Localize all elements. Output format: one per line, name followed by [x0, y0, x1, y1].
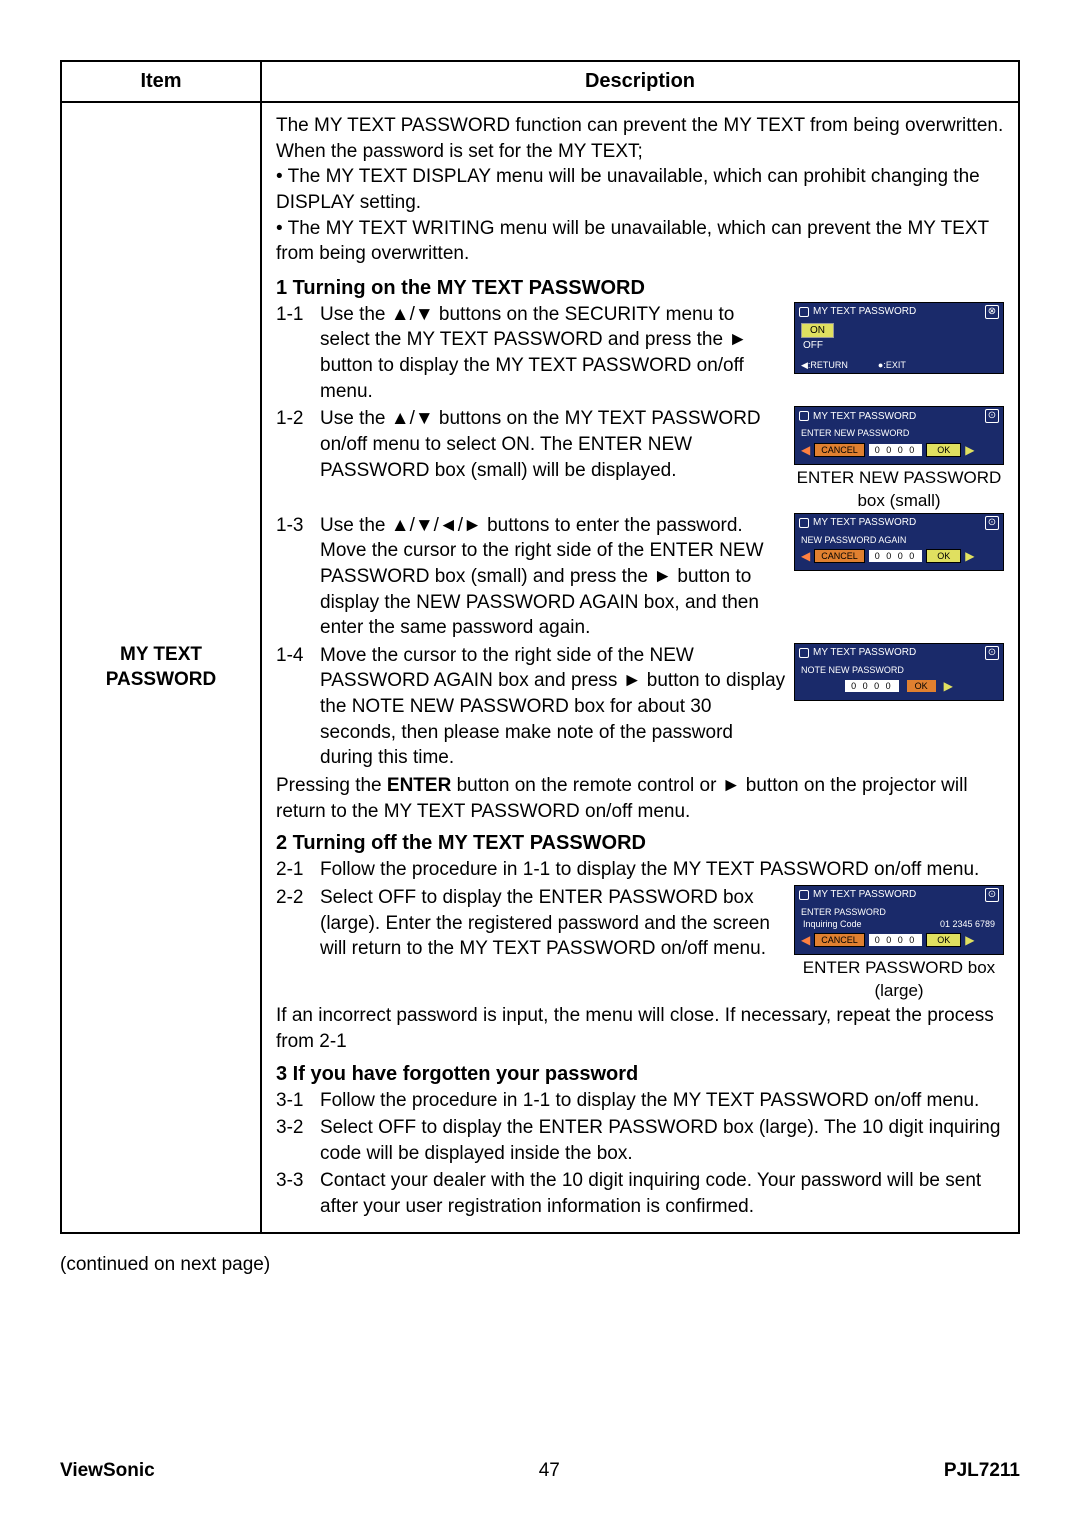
- dialog-title: MY TEXT PASSWORD: [813, 646, 916, 660]
- lock-icon: [799, 890, 809, 900]
- enter-new-label: ENTER NEW PASSWORD: [801, 427, 997, 439]
- dialog-onoff: MY TEXT PASSWORD ⊗ ON OFF ◀:RETURN ●:EXIT: [794, 302, 1004, 374]
- footer-brand: ViewSonic: [60, 1460, 155, 1482]
- step-1-3: 1-3 Use the ▲/▼/◄/► buttons to enter the…: [276, 513, 786, 641]
- footer-page-number: 47: [539, 1460, 560, 1482]
- close-icon: ⊙: [985, 646, 999, 660]
- cancel-button: CANCEL: [814, 443, 865, 457]
- ok-button: OK: [926, 549, 961, 563]
- figure-enter-new: MY TEXT PASSWORD ⊙ ENTER NEW PASSWORD ◀ CA…: [794, 406, 1004, 512]
- password-digits: 0 0 0 0: [869, 550, 923, 562]
- close-icon: ⊙: [985, 516, 999, 530]
- manual-table: Item Description MY TEXT PASSWORD The MY…: [60, 60, 1020, 1234]
- ok-button: OK: [907, 680, 936, 692]
- option-off: OFF: [801, 339, 997, 353]
- item-name-line1: MY TEXT: [120, 644, 202, 665]
- page-footer: ViewSonic 47 PJL7211: [60, 1460, 1020, 1482]
- enter-pw-label: ENTER PASSWORD: [801, 906, 997, 918]
- close-icon: ⊙: [985, 409, 999, 423]
- dialog-title: MY TEXT PASSWORD: [813, 305, 916, 319]
- close-icon: ⊗: [985, 305, 999, 319]
- password-digits: 0 0 0 0: [869, 934, 923, 946]
- enter-bold: ENTER: [387, 775, 451, 796]
- exit-hint: ●:EXIT: [878, 359, 906, 371]
- dialog-title: MY TEXT PASSWORD: [813, 888, 916, 902]
- inquiry-code: 01 2345 6789: [940, 918, 995, 930]
- intro-p1: The MY TEXT PASSWORD function can preven…: [276, 113, 1004, 164]
- lock-icon: [799, 518, 809, 528]
- note-new-label: NOTE NEW PASSWORD: [801, 664, 997, 676]
- page-content: Item Description MY TEXT PASSWORD The MY…: [0, 0, 1080, 1276]
- description-cell: The MY TEXT PASSWORD function can preven…: [261, 102, 1019, 1233]
- cancel-button: CANCEL: [814, 933, 865, 947]
- section3-title: 3 If you have forgotten your password: [276, 1061, 1004, 1088]
- header-description: Description: [261, 61, 1019, 102]
- figure-again: MY TEXT PASSWORD ⊙ NEW PASSWORD AGAIN ◀ CA…: [794, 513, 1004, 573]
- dialog-again: MY TEXT PASSWORD ⊙ NEW PASSWORD AGAIN ◀ CA…: [794, 513, 1004, 571]
- figure-note: MY TEXT PASSWORD ⊙ NOTE NEW PASSWORD 0 0 …: [794, 643, 1004, 703]
- figure-onoff: MY TEXT PASSWORD ⊗ ON OFF ◀:RETURN ●:EXIT: [794, 302, 1004, 376]
- step-1-4: 1-4 Move the cursor to the right side of…: [276, 643, 786, 771]
- step-2-1: 2-1 Follow the procedure in 1-1 to displ…: [276, 857, 1004, 883]
- arrow-right-icon: ▶: [965, 932, 974, 948]
- dialog-enter-new: MY TEXT PASSWORD ⊙ ENTER NEW PASSWORD ◀ CA…: [794, 406, 1004, 464]
- section2-closing: If an incorrect password is input, the m…: [276, 1003, 1004, 1054]
- return-hint: ◀:RETURN: [801, 359, 848, 371]
- step-1-2: 1-2 Use the ▲/▼ buttons on the MY TEXT P…: [276, 406, 786, 483]
- option-on: ON: [801, 323, 834, 339]
- dialog-title: MY TEXT PASSWORD: [813, 516, 916, 530]
- arrow-right-icon: ▶: [965, 442, 974, 458]
- step-3-1: 3-1 Follow the procedure in 1-1 to displ…: [276, 1088, 1004, 1114]
- dialog-note: MY TEXT PASSWORD ⊙ NOTE NEW PASSWORD 0 0 …: [794, 643, 1004, 701]
- ok-button: OK: [926, 933, 961, 947]
- section1-closing: Pressing the ENTER button on the remote …: [276, 773, 1004, 824]
- password-digits: 0 0 0 0: [869, 444, 923, 456]
- step-3-3: 3-3 Contact your dealer with the 10 digi…: [276, 1168, 1004, 1219]
- arrow-right-icon: ▶: [965, 548, 974, 564]
- lock-icon: [799, 648, 809, 658]
- continued-note: (continued on next page): [60, 1254, 1020, 1276]
- intro-b1: • The MY TEXT DISPLAY menu will be unava…: [276, 164, 1004, 215]
- intro-block: The MY TEXT PASSWORD function can preven…: [276, 113, 1004, 267]
- lock-icon: [799, 411, 809, 421]
- new-again-label: NEW PASSWORD AGAIN: [801, 534, 997, 546]
- arrow-left-icon: ◀: [801, 442, 810, 458]
- inquiry-label: Inquiring Code: [803, 918, 862, 930]
- dialog-enter-pw-large: MY TEXT PASSWORD ⊙ ENTER PASSWORD Inquiri…: [794, 885, 1004, 955]
- ok-button: OK: [926, 443, 961, 457]
- step-1-1: 1-1 Use the ▲/▼ buttons on the SECURITY …: [276, 302, 786, 405]
- header-item: Item: [61, 61, 261, 102]
- section2-title: 2 Turning off the MY TEXT PASSWORD: [276, 830, 1004, 857]
- arrow-left-icon: ◀: [801, 548, 810, 564]
- lock-icon: [799, 307, 809, 317]
- arrow-left-icon: ◀: [801, 932, 810, 948]
- caption-enter-pw-large: ENTER PASSWORD box (large): [794, 957, 1004, 1003]
- section1-title: 1 Turning on the MY TEXT PASSWORD: [276, 275, 1004, 302]
- close-icon: ⊙: [985, 888, 999, 902]
- figure-enter-pw-large: MY TEXT PASSWORD ⊙ ENTER PASSWORD Inquiri…: [794, 885, 1004, 1003]
- intro-b2: • The MY TEXT WRITING menu will be unava…: [276, 216, 1004, 267]
- caption-enter-new: ENTER NEW PASSWORD box (small): [794, 467, 1004, 513]
- password-digits: 0 0 0 0: [845, 680, 899, 692]
- step-2-2: 2-2 Select OFF to display the ENTER PASS…: [276, 885, 786, 962]
- step-3-2: 3-2 Select OFF to display the ENTER PASS…: [276, 1115, 1004, 1166]
- item-name-cell: MY TEXT PASSWORD: [61, 102, 261, 1233]
- footer-model: PJL7211: [944, 1460, 1020, 1482]
- arrow-right-icon: ▶: [944, 678, 953, 694]
- dialog-title: MY TEXT PASSWORD: [813, 410, 916, 424]
- item-name-line2: PASSWORD: [106, 669, 216, 690]
- cancel-button: CANCEL: [814, 549, 865, 563]
